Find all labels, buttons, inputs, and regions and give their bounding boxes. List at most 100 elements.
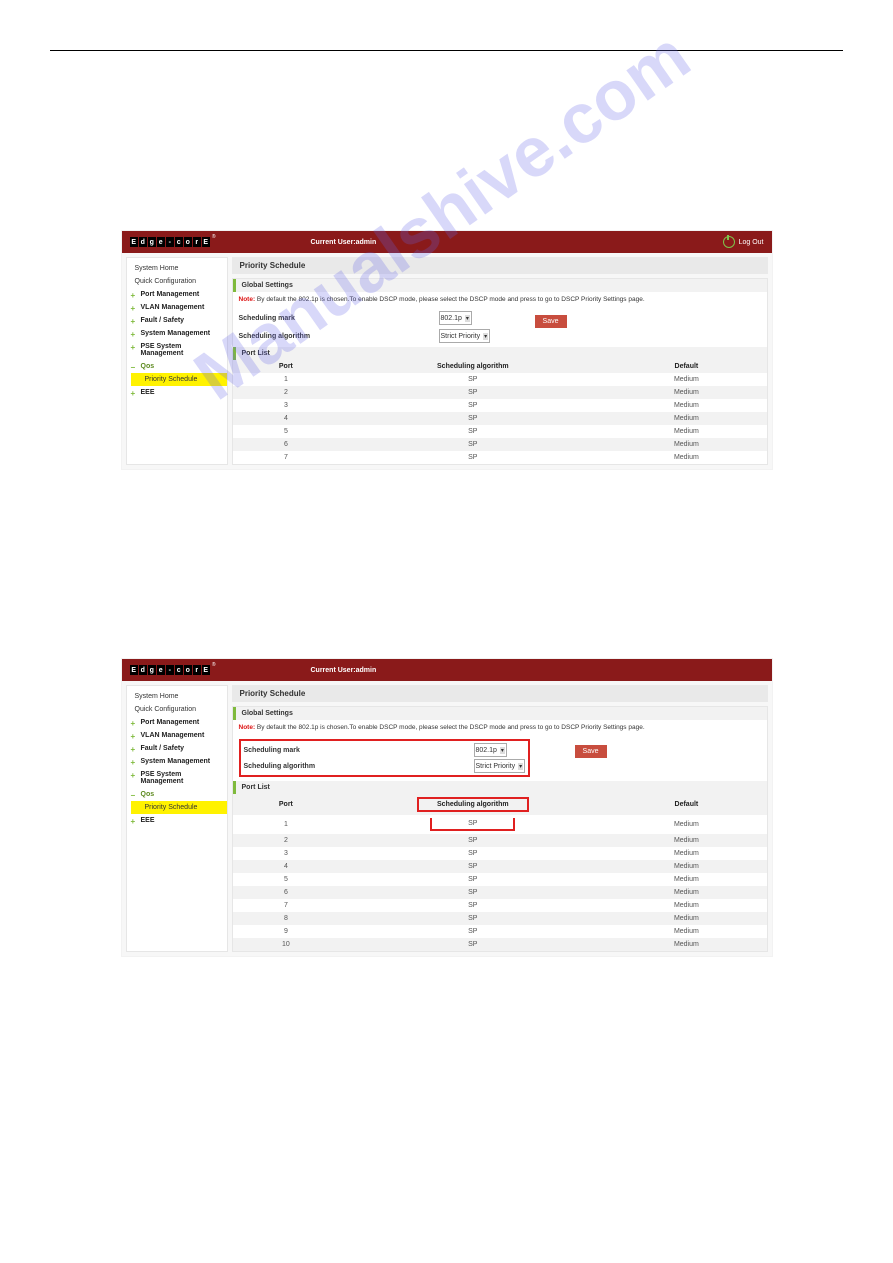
table-row[interactable]: 6SPMedium [233, 886, 767, 899]
cell-port: 4 [233, 412, 340, 425]
cell-port: 7 [233, 899, 340, 912]
sidebar-item-label: Qos [141, 363, 155, 370]
sidebar-item-quick[interactable]: Quick Configuration [127, 703, 227, 716]
col-alg: Scheduling algorithm [339, 360, 606, 373]
plus-icon: + [131, 330, 136, 339]
table-row[interactable]: 7SPMedium [233, 899, 767, 912]
select-value: Strict Priority [476, 763, 516, 770]
sidebar-item-port-mgmt[interactable]: +Port Management [127, 288, 227, 301]
sidebar-item-vlan-mgmt[interactable]: +VLAN Management [127, 301, 227, 314]
sched-alg-select[interactable]: Strict Priority▾ [439, 329, 491, 343]
sidebar: System Home Quick Configuration +Port Ma… [126, 257, 228, 465]
form-area: Scheduling mark 802.1p▾ Scheduling algor… [233, 307, 767, 347]
table-row[interactable]: 6SPMedium [233, 438, 767, 451]
sidebar-item-sys-mgmt[interactable]: +System Management [127, 327, 227, 340]
sidebar-item-fault-safety[interactable]: +Fault / Safety [127, 742, 227, 755]
table-row[interactable]: 4SPMedium [233, 412, 767, 425]
sidebar-item-priority-schedule[interactable]: Priority Schedule [131, 801, 227, 814]
sidebar-item-fault-safety[interactable]: +Fault / Safety [127, 314, 227, 327]
logo-char: E [202, 665, 210, 675]
table-row[interactable]: 8SPMedium [233, 912, 767, 925]
cell-port: 9 [233, 925, 340, 938]
cell-alg: SP [339, 847, 606, 860]
sidebar-item-quick[interactable]: Quick Configuration [127, 275, 227, 288]
sched-mark-select[interactable]: 802.1p▾ [439, 311, 472, 325]
sidebar-item-port-mgmt[interactable]: +Port Management [127, 716, 227, 729]
sidebar-item-home[interactable]: System Home [127, 262, 227, 275]
sidebar-item-eee[interactable]: +EEE [127, 386, 227, 399]
cell-default: Medium [606, 899, 766, 912]
table-row[interactable]: 7SPMedium [233, 451, 767, 464]
row-sched-mark: Scheduling mark 802.1p▾ [242, 742, 528, 758]
minus-icon: − [131, 363, 136, 372]
sidebar-item-pse[interactable]: +PSE System Management [127, 768, 227, 788]
table-row[interactable]: 1SPMedium [233, 815, 767, 834]
table-row[interactable]: 10SPMedium [233, 938, 767, 951]
select-value: Strict Priority [441, 333, 481, 340]
sched-mark-label: Scheduling mark [244, 747, 474, 754]
col-port: Port [233, 360, 340, 373]
table-row[interactable]: 3SPMedium [233, 847, 767, 860]
sidebar-item-label: Fault / Safety [141, 745, 185, 752]
header-rule [50, 50, 843, 51]
table-row[interactable]: 2SPMedium [233, 834, 767, 847]
sidebar-item-home[interactable]: System Home [127, 690, 227, 703]
cell-port: 5 [233, 873, 340, 886]
sidebar-item-label: Port Management [141, 719, 200, 726]
section-header-port-list: Port List [233, 347, 767, 360]
logo-char: e [157, 237, 165, 247]
port-table: Port Scheduling algorithm Default 1SPMed… [233, 360, 767, 464]
save-button[interactable]: Save [535, 315, 567, 328]
sidebar-item-label: PSE System Management [141, 343, 184, 357]
sidebar-item-qos[interactable]: −Qos [127, 788, 227, 801]
cell-default: Medium [606, 399, 766, 412]
table-row[interactable]: 4SPMedium [233, 860, 767, 873]
cell-port: 2 [233, 834, 340, 847]
select-value: 802.1p [476, 747, 497, 754]
sidebar-item-sys-mgmt[interactable]: +System Management [127, 755, 227, 768]
table-row[interactable]: 5SPMedium [233, 425, 767, 438]
plus-icon: + [131, 771, 136, 780]
current-user-label: Current User: [311, 239, 356, 246]
cell-alg: SP [339, 815, 606, 834]
current-user-value: admin [356, 667, 377, 674]
cell-port: 4 [233, 860, 340, 873]
sched-alg-select[interactable]: Strict Priority▾ [474, 759, 526, 773]
table-row[interactable]: 5SPMedium [233, 873, 767, 886]
sidebar-item-qos[interactable]: −Qos [127, 360, 227, 373]
logo: E d g e - c o r E ® [130, 237, 211, 247]
logo-char: E [130, 237, 138, 247]
sidebar-item-pse[interactable]: +PSE System Management [127, 340, 227, 360]
registered-mark: ® [212, 234, 216, 240]
table-row[interactable]: 9SPMedium [233, 925, 767, 938]
sidebar-item-priority-schedule[interactable]: Priority Schedule [131, 373, 227, 386]
cell-port: 3 [233, 847, 340, 860]
logo-char: e [157, 665, 165, 675]
content: Priority Schedule Global Settings Note: … [228, 253, 772, 469]
cell-default: Medium [606, 847, 766, 860]
col-port: Port [233, 794, 340, 815]
sidebar-item-label: EEE [141, 389, 155, 396]
cell-port: 1 [233, 373, 340, 386]
plus-icon: + [131, 758, 136, 767]
app-body: System Home Quick Configuration +Port Ma… [122, 681, 772, 956]
screenshot-1: E d g e - c o r E ® Current User:admin L… [122, 231, 772, 469]
power-icon[interactable] [723, 236, 735, 248]
logo-char: - [166, 665, 174, 675]
save-button[interactable]: Save [575, 745, 607, 758]
sidebar-item-eee[interactable]: +EEE [127, 814, 227, 827]
logo-char: d [139, 237, 147, 247]
sched-mark-select[interactable]: 802.1p▾ [474, 743, 507, 757]
cell-alg: SP [339, 860, 606, 873]
note-label: Note: [239, 724, 256, 731]
logout-link[interactable]: Log Out [739, 239, 764, 246]
table-row[interactable]: 3SPMedium [233, 399, 767, 412]
cell-alg: SP [339, 425, 606, 438]
screenshot-2: E d g e - c o r E ® Current User:admin S… [122, 659, 772, 956]
logo-char: c [175, 237, 183, 247]
cell-port: 5 [233, 425, 340, 438]
sched-alg-label: Scheduling algorithm [244, 763, 474, 770]
table-row[interactable]: 2SPMedium [233, 386, 767, 399]
sidebar-item-vlan-mgmt[interactable]: +VLAN Management [127, 729, 227, 742]
table-row[interactable]: 1SPMedium [233, 373, 767, 386]
